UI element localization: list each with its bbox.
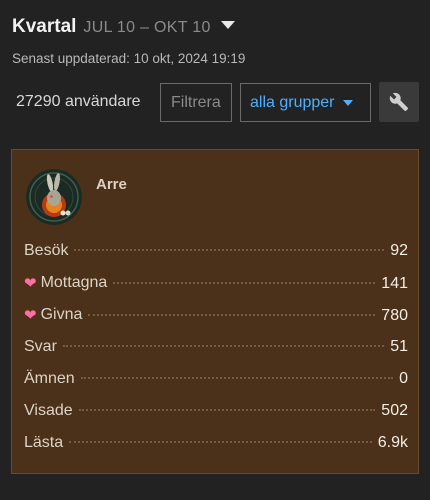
filter-input[interactable] xyxy=(160,83,232,122)
heart-icon: ❤ xyxy=(24,307,37,324)
dotted-leader xyxy=(88,314,376,316)
group-select[interactable]: alla grupper xyxy=(240,83,371,122)
stat-row-visade: Visade 502 xyxy=(24,402,408,434)
stat-label-group: ❤ Givna xyxy=(24,306,82,324)
heart-icon: ❤ xyxy=(24,275,37,292)
last-updated-text: Senast uppdaterad: 10 okt, 2024 19:19 xyxy=(12,51,246,66)
group-select-label: alla grupper xyxy=(250,93,335,111)
date-range[interactable]: JUL 10 – OKT 10 xyxy=(83,19,210,37)
header: Kvartal JUL 10 – OKT 10 xyxy=(12,16,211,38)
avatar[interactable] xyxy=(26,169,82,225)
wrench-icon xyxy=(389,92,409,112)
chevron-down-icon xyxy=(342,99,353,106)
stats-list: Besök 92 ❤ Mottagna 141 ❤ Givna 780 Svar… xyxy=(24,242,408,466)
dotted-leader xyxy=(78,409,376,411)
stat-label: Givna xyxy=(40,306,83,323)
stat-label: Besök xyxy=(24,242,69,259)
stat-value: 51 xyxy=(390,338,408,355)
settings-button[interactable] xyxy=(379,82,419,122)
username[interactable]: Arre xyxy=(96,176,127,193)
stat-row-amnen: Ämnen 0 xyxy=(24,370,408,402)
stat-value: 92 xyxy=(390,242,408,259)
stat-row-givna: ❤ Givna 780 xyxy=(24,306,408,338)
dotted-leader xyxy=(74,249,385,251)
dotted-leader xyxy=(113,282,376,284)
dotted-leader xyxy=(62,345,385,347)
dotted-leader xyxy=(69,441,372,443)
stat-row-svar: Svar 51 xyxy=(24,338,408,370)
stat-label: Lästa xyxy=(24,434,64,451)
stat-label: Ämnen xyxy=(24,370,75,387)
stat-value: 141 xyxy=(381,275,408,292)
user-card: Arre Besök 92 ❤ Mottagna 141 ❤ Givna 780… xyxy=(11,149,419,474)
stat-value: 780 xyxy=(381,307,408,324)
page-title[interactable]: Kvartal xyxy=(12,16,76,38)
dotted-leader xyxy=(80,377,394,379)
stat-label-group: ❤ Mottagna xyxy=(24,274,107,292)
stat-label: Svar xyxy=(24,338,57,355)
stat-label: Visade xyxy=(24,402,73,419)
stat-value: 0 xyxy=(399,370,408,387)
stat-value: 502 xyxy=(381,402,408,419)
stat-row-mottagna: ❤ Mottagna 141 xyxy=(24,274,408,306)
rabbit-avatar-image xyxy=(26,169,82,225)
stat-row-lasta: Lästa 6.9k xyxy=(24,434,408,466)
stat-row-besok: Besök 92 xyxy=(24,242,408,274)
user-count: 27290 användare xyxy=(16,93,141,110)
stat-value: 6.9k xyxy=(377,434,408,451)
stat-label: Mottagna xyxy=(40,274,108,291)
chevron-down-icon[interactable] xyxy=(221,21,235,29)
